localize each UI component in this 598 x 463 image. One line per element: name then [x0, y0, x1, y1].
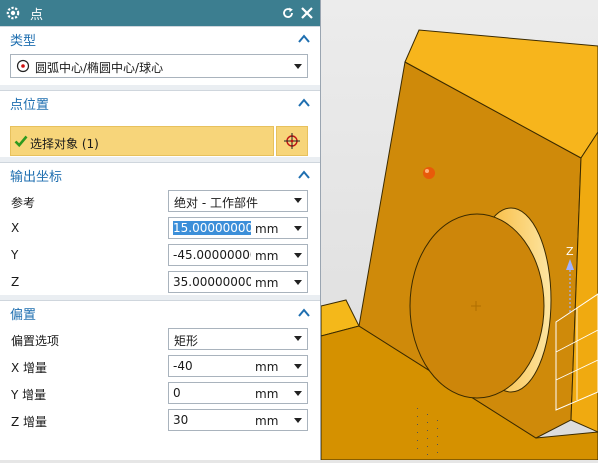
model-canvas[interactable]: Z — [320, 0, 598, 461]
chevron-up-icon[interactable] — [298, 98, 310, 108]
arc-center-point-icon — [16, 59, 30, 76]
x-row: X 15.00000000 mm — [0, 214, 320, 241]
dy-label: Y 增量 — [11, 388, 47, 402]
z-unit: mm — [255, 276, 279, 290]
chevron-up-icon[interactable] — [298, 308, 310, 318]
dy-row: Y 增量 0 mm — [0, 379, 320, 406]
chevron-down-icon[interactable] — [294, 364, 302, 369]
chevron-down-icon[interactable] — [294, 280, 302, 285]
close-icon[interactable] — [299, 5, 315, 21]
dy-unit: mm — [255, 387, 279, 401]
output-coords-header[interactable]: 输出坐标 — [0, 162, 320, 187]
point-picker-button[interactable] — [276, 126, 308, 156]
dx-unit: mm — [255, 360, 279, 374]
dz-field[interactable]: 30 mm — [168, 409, 308, 431]
dy-value[interactable]: 0 — [173, 386, 251, 400]
chevron-down-icon[interactable] — [294, 226, 302, 231]
chevron-down-icon — [294, 198, 302, 203]
select-object-label: 选择对象 (1) — [30, 137, 99, 151]
chevron-down-icon[interactable] — [294, 253, 302, 258]
z-field[interactable]: 35.00000000 mm — [168, 271, 308, 293]
chevron-down-icon[interactable] — [294, 391, 302, 396]
z-row: Z 35.00000000 mm — [0, 268, 320, 295]
dx-value[interactable]: -40 — [173, 359, 251, 373]
chevron-down-icon — [294, 336, 302, 341]
dz-label: Z 增量 — [11, 415, 48, 429]
point-dialog: 点 类型 圆弧中心/椭圆中心/球心 点位置 选择对象 (1) 输出坐标 参考 绝… — [0, 0, 321, 460]
point-location-header[interactable]: 点位置 — [0, 90, 320, 115]
gear-icon[interactable] — [6, 6, 20, 20]
y-row: Y -45.00000000 mm — [0, 241, 320, 268]
offset-option-row: 偏置选项 矩形 — [0, 325, 320, 352]
type-dropdown-value: 圆弧中心/椭圆中心/球心 — [35, 61, 164, 75]
dz-value[interactable]: 30 — [173, 413, 251, 427]
x-label: X — [11, 221, 20, 235]
dz-row: Z 增量 30 mm — [0, 406, 320, 433]
type-section-header[interactable]: 类型 — [0, 26, 320, 51]
chevron-down-icon — [294, 64, 302, 69]
z-label: Z — [11, 275, 20, 289]
sphere-marker — [423, 167, 435, 179]
output-coords-title: 输出坐标 — [10, 169, 63, 185]
offset-option-value: 矩形 — [174, 334, 199, 348]
checkmark-icon — [14, 134, 28, 148]
dialog-titlebar: 点 — [0, 0, 320, 26]
chevron-up-icon[interactable] — [298, 170, 310, 180]
reference-row: 参考 绝对 - 工作部件 — [0, 187, 320, 214]
y-label: Y — [11, 248, 19, 262]
dx-label: X 增量 — [11, 361, 48, 375]
crosshair-point-icon — [283, 132, 301, 153]
point-location-title: 点位置 — [10, 97, 50, 113]
chevron-down-icon[interactable] — [294, 418, 302, 423]
dx-field[interactable]: -40 mm — [168, 355, 308, 377]
select-object-button[interactable]: 选择对象 (1) — [10, 126, 274, 156]
type-dropdown[interactable]: 圆弧中心/椭圆中心/球心 — [10, 54, 308, 78]
offset-header[interactable]: 偏置 — [0, 300, 320, 325]
z-axis-label: Z — [566, 245, 574, 258]
y-value[interactable]: -45.00000000 — [173, 248, 251, 262]
type-section-title: 类型 — [10, 33, 37, 49]
x-value[interactable]: 15.00000000 — [173, 221, 251, 235]
dialog-title: 点 — [30, 7, 44, 23]
graphics-viewport[interactable]: Z — [320, 0, 598, 461]
reference-label: 参考 — [11, 196, 36, 210]
y-field[interactable]: -45.00000000 mm — [168, 244, 308, 266]
x-unit: mm — [255, 222, 279, 236]
reset-icon[interactable] — [280, 5, 296, 21]
sphere-highlight — [425, 169, 429, 173]
offset-title: 偏置 — [10, 307, 37, 323]
type-row: 圆弧中心/椭圆中心/球心 — [0, 51, 320, 85]
reference-value: 绝对 - 工作部件 — [174, 196, 258, 210]
chevron-up-icon[interactable] — [298, 34, 310, 44]
dx-row: X 增量 -40 mm — [0, 352, 320, 379]
z-value[interactable]: 35.00000000 — [173, 275, 251, 289]
y-unit: mm — [255, 249, 279, 263]
offset-option-label: 偏置选项 — [11, 334, 60, 348]
reference-dropdown[interactable]: 绝对 - 工作部件 — [168, 190, 308, 212]
dz-unit: mm — [255, 414, 279, 428]
dy-field[interactable]: 0 mm — [168, 382, 308, 404]
offset-option-dropdown[interactable]: 矩形 — [168, 328, 308, 350]
x-field[interactable]: 15.00000000 mm — [168, 217, 308, 239]
